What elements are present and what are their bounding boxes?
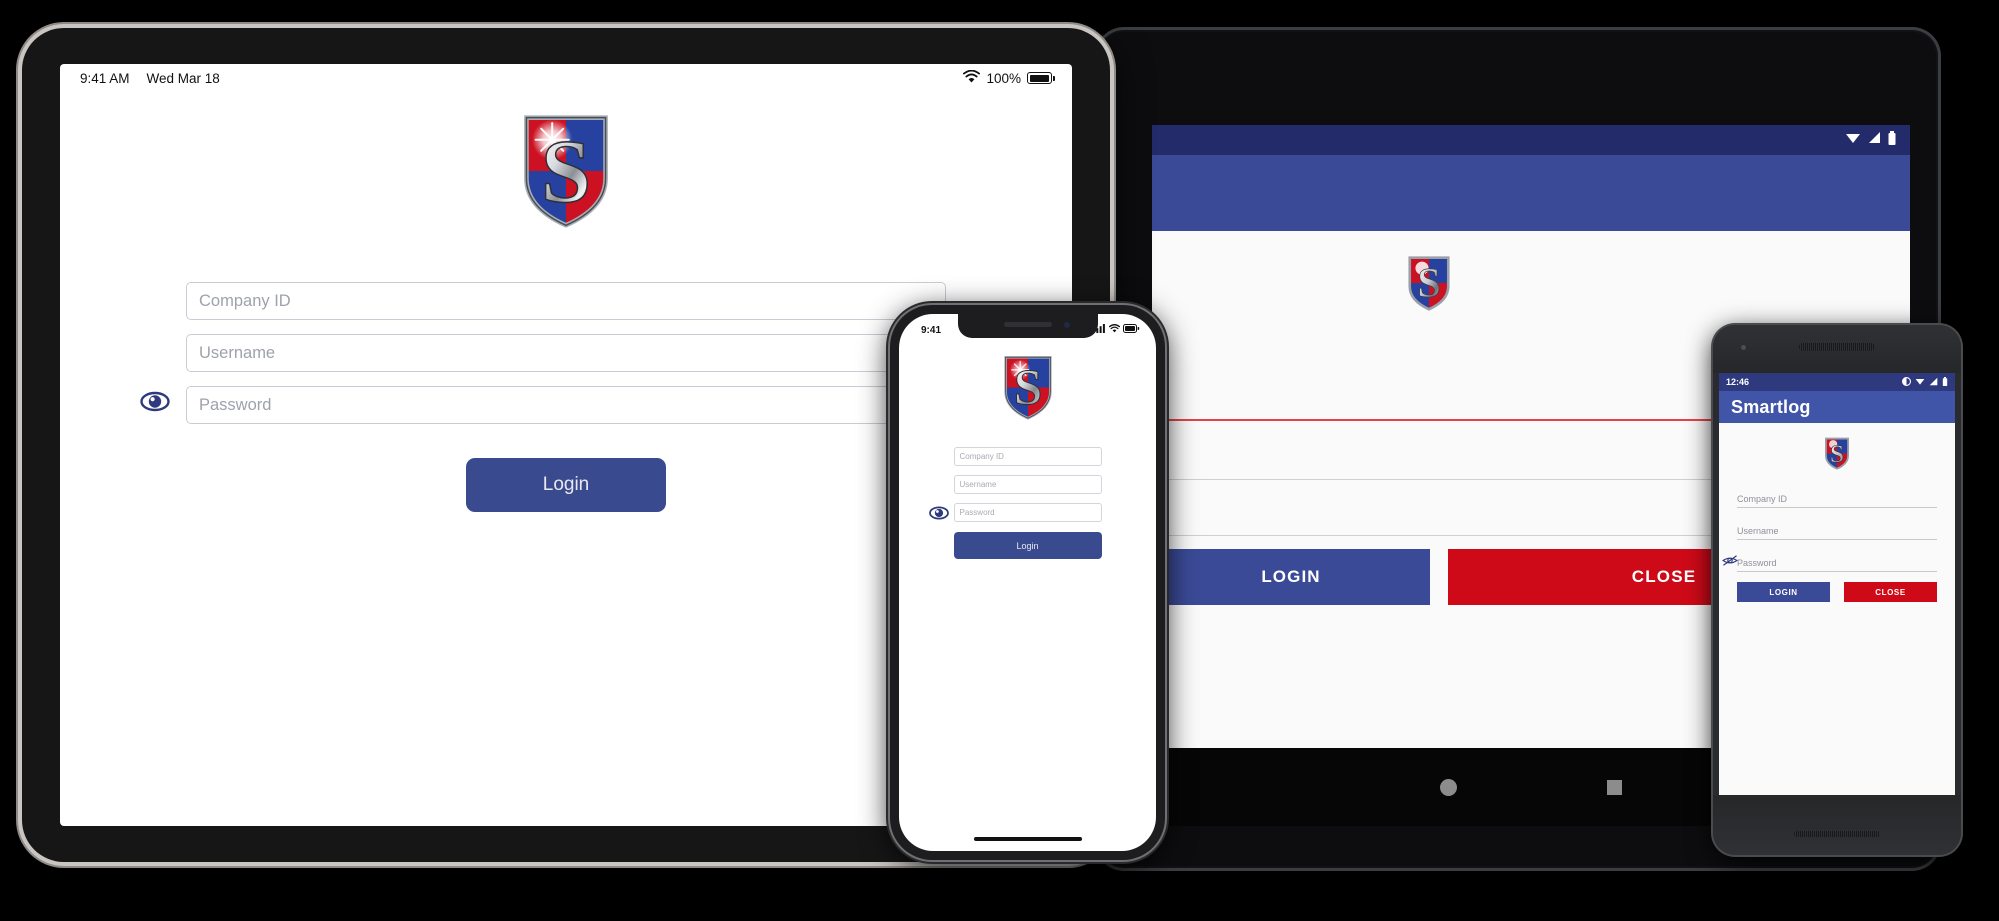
android-phone-app-bar: Smartlog bbox=[1719, 391, 1955, 423]
iphone-username-input[interactable]: Username bbox=[953, 475, 1102, 494]
shield-s-logo: S bbox=[1408, 256, 1450, 311]
battery-icon bbox=[1942, 376, 1948, 388]
iphone-company-id-input[interactable]: Company ID bbox=[953, 447, 1102, 466]
home-circle-icon[interactable] bbox=[1440, 778, 1457, 796]
ipad-username-input[interactable]: Username bbox=[186, 334, 946, 372]
battery-icon bbox=[1888, 130, 1896, 150]
android-phone-login-form: Company ID Username Password LOGIN CLOSE bbox=[1719, 486, 1955, 602]
svg-text:S: S bbox=[1417, 261, 1440, 307]
home-indicator[interactable] bbox=[973, 837, 1082, 841]
iphone-login-form: Company ID Username Password Login bbox=[899, 447, 1156, 559]
ipad-company-id-input[interactable]: Company ID bbox=[186, 282, 946, 320]
battery-full-icon bbox=[1123, 324, 1140, 336]
recents-square-icon[interactable] bbox=[1607, 779, 1622, 795]
iphone-notch bbox=[957, 314, 1098, 338]
iphone-device: 9:41 S Company ID Username Password Logi… bbox=[890, 305, 1165, 860]
wifi-icon bbox=[1108, 324, 1121, 336]
wifi-icon bbox=[1915, 377, 1925, 388]
shield-s-logo: S bbox=[524, 115, 608, 228]
ipad-battery-percent: 100% bbox=[986, 70, 1021, 86]
android-tablet-status-bar bbox=[1152, 125, 1910, 155]
wifi-icon bbox=[963, 69, 981, 86]
android-phone-device: 12:46 Smartlog S Company ID Username Pas… bbox=[1713, 325, 1961, 855]
bottom-speaker bbox=[1794, 831, 1880, 837]
android-phone-login-button[interactable]: LOGIN bbox=[1737, 582, 1830, 602]
android-phone-top-bezel bbox=[1713, 325, 1961, 373]
iphone-status-right bbox=[1093, 324, 1140, 336]
android-phone-company-id-input[interactable]: Company ID bbox=[1737, 486, 1937, 508]
cell-signal-icon bbox=[1868, 131, 1881, 149]
ipad-password-input[interactable]: Password bbox=[186, 386, 946, 424]
ipad-login-button[interactable]: Login bbox=[466, 458, 666, 512]
shield-s-logo: S bbox=[1003, 356, 1052, 420]
screenshot-stage: S LOGIN CLOSE 9:41 AM Wed Mar 18 100% S … bbox=[0, 0, 1999, 921]
iphone-status-time: 9:41 bbox=[921, 324, 942, 336]
ipad-status-left: 9:41 AM Wed Mar 18 bbox=[80, 71, 220, 86]
shield-s-logo: S bbox=[1825, 437, 1849, 470]
eye-off-icon[interactable] bbox=[1722, 554, 1738, 566]
svg-text:S: S bbox=[1830, 440, 1844, 468]
android-phone-bottom-bezel bbox=[1713, 795, 1961, 855]
android-phone-username-input[interactable]: Username bbox=[1737, 518, 1937, 540]
iphone-password-input[interactable]: Password bbox=[953, 503, 1102, 522]
svg-text:S: S bbox=[541, 121, 591, 221]
android-phone-screen: 12:46 Smartlog S Company ID Username Pas… bbox=[1719, 373, 1955, 795]
ipad-status-time: 9:41 AM bbox=[80, 70, 130, 86]
svg-text:S: S bbox=[1013, 361, 1041, 417]
front-camera-icon bbox=[1063, 322, 1070, 328]
android-phone-close-button[interactable]: CLOSE bbox=[1844, 582, 1937, 602]
ipad-logo-wrap: S bbox=[60, 112, 1072, 230]
earpiece-speaker bbox=[1799, 343, 1875, 351]
ipad-status-bar: 9:41 AM Wed Mar 18 100% bbox=[60, 64, 1072, 92]
android-phone-status-bar: 12:46 bbox=[1719, 373, 1955, 391]
do-not-disturb-icon bbox=[1901, 376, 1912, 388]
front-camera-icon bbox=[1741, 345, 1746, 350]
wifi-icon bbox=[1845, 131, 1861, 150]
android-tablet-app-bar bbox=[1152, 155, 1910, 231]
android-tablet-logo-wrap: S bbox=[1152, 231, 1910, 311]
iphone-logo-wrap: S bbox=[899, 354, 1156, 421]
battery-full-icon bbox=[1027, 72, 1055, 84]
ipad-status-date: Wed Mar 18 bbox=[146, 70, 220, 86]
eye-icon[interactable] bbox=[140, 391, 170, 412]
ipad-status-right: 100% bbox=[963, 69, 1055, 86]
android-phone-status-right bbox=[1901, 376, 1948, 388]
eye-icon[interactable] bbox=[929, 506, 949, 520]
android-tablet-login-button[interactable]: LOGIN bbox=[1152, 549, 1430, 605]
earpiece-speaker bbox=[1003, 322, 1052, 327]
android-phone-status-time: 12:46 bbox=[1726, 377, 1750, 387]
android-phone-password-input[interactable]: Password bbox=[1737, 550, 1937, 572]
iphone-screen: 9:41 S Company ID Username Password Logi… bbox=[899, 314, 1156, 851]
android-phone-button-row: LOGIN CLOSE bbox=[1737, 582, 1937, 602]
android-phone-logo-wrap: S bbox=[1719, 437, 1955, 470]
app-bar-title: Smartlog bbox=[1731, 396, 1811, 417]
cell-signal-icon bbox=[1929, 377, 1938, 388]
iphone-login-button[interactable]: Login bbox=[953, 532, 1102, 559]
